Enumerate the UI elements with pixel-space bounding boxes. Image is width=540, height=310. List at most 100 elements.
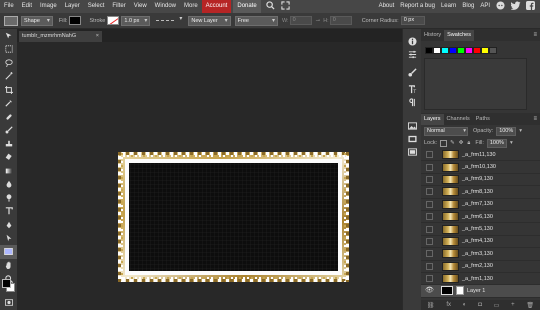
close-icon[interactable]: × [96,31,99,42]
tab-paths[interactable]: Paths [473,114,493,125]
lock-paint-icon[interactable]: ✎ [450,140,455,146]
fill-color-swatch[interactable] [69,16,82,25]
swatch-color[interactable] [481,47,489,54]
lock-move-icon[interactable]: ✥ [459,140,464,146]
tab-history[interactable]: History [421,30,444,41]
fullscreen-icon[interactable] [280,1,291,12]
layer-row[interactable]: _a_frm4,130 [421,236,540,249]
menu-learn[interactable]: Learn [438,0,459,13]
visibility-toggle[interactable] [426,275,433,283]
layer-row[interactable]: _a_frm1,130 [421,273,540,286]
opacity-dropdown-icon[interactable]: ▾ [519,128,522,134]
swatch-color[interactable] [489,47,497,54]
layer-row[interactable]: 👁︎ Layer 1 [421,285,540,298]
blur-tool-icon[interactable] [0,178,17,192]
stroke-color-swatch[interactable] [107,16,120,25]
layer-row[interactable]: _a_frm10,130 [421,161,540,174]
visibility-toggle[interactable] [426,188,433,196]
document-tab[interactable]: tumblr_mzmrhmNahG × [19,31,102,42]
eyedropper-tool-icon[interactable] [0,97,17,111]
panel-menu-icon[interactable]: ≡ [533,30,537,40]
stroke-width-select[interactable]: 1.0 px [121,15,151,26]
layer-mode-select[interactable]: New Layer [188,15,231,26]
reddit-icon[interactable] [495,1,506,12]
menu-layer[interactable]: Layer [61,0,84,13]
swatch-color[interactable] [473,47,481,54]
layer-row[interactable]: _a_frm5,130 [421,223,540,236]
twitter-icon[interactable] [509,1,521,12]
document-canvas[interactable] [118,152,349,282]
corner-radius-field[interactable]: 0 px [400,16,425,25]
marquee-tool-icon[interactable] [0,43,17,57]
brush-tool-icon[interactable] [0,124,17,138]
visibility-toggle[interactable] [426,225,433,233]
visibility-toggle[interactable] [426,250,433,258]
link-layers-icon[interactable]: ⛓︎ [427,302,435,309]
layer-row[interactable]: _a_frm9,130 [421,174,540,187]
eye-icon[interactable]: 👁︎ [425,287,434,294]
layer-effects-icon[interactable]: fx [446,302,451,308]
layer-row[interactable]: _a_frm6,130 [421,211,540,224]
menu-select[interactable]: Select [84,0,109,13]
menu-about[interactable]: About [376,0,398,13]
hand-tool-icon[interactable] [0,259,17,273]
clone-stamp-tool-icon[interactable] [0,137,17,151]
menu-more[interactable]: More [180,0,202,13]
new-layer-icon[interactable]: + [511,302,515,308]
paragraph-icon[interactable] [403,96,421,109]
tab-layers[interactable]: Layers [421,114,444,125]
sliders-icon[interactable] [403,48,421,61]
path-selection-tool-icon[interactable] [0,232,17,246]
layer-row[interactable]: _a_frm2,130 [421,261,540,273]
opacity-field[interactable]: 100% [496,126,517,136]
menu-filter[interactable]: Filter [108,0,129,13]
crop-tool-icon[interactable] [0,83,17,97]
brush-settings-icon[interactable] [403,66,421,79]
menu-image[interactable]: Image [36,0,61,13]
visibility-toggle[interactable] [426,213,433,221]
adjustment-icon[interactable] [403,132,421,145]
layers-menu-icon[interactable]: ≡ [533,114,537,124]
delete-layer-icon[interactable]: 🗑︎ [526,302,534,309]
visibility-toggle[interactable] [426,262,433,270]
visibility-toggle[interactable] [426,175,433,183]
move-tool-icon[interactable] [0,29,17,43]
eraser-tool-icon[interactable] [0,151,17,165]
visibility-toggle[interactable] [426,237,433,245]
character-icon[interactable]: T [403,83,421,96]
info-icon[interactable] [403,35,421,48]
search-icon[interactable] [265,1,276,12]
swatch-color[interactable] [441,47,449,54]
rectangle-tool-preset-icon[interactable] [4,15,18,26]
layer-style-icon[interactable] [403,145,421,158]
donate-button[interactable]: Donate [233,0,261,13]
adjustment-layer-icon[interactable]: ◐ [463,302,467,308]
rectangle-tool-icon[interactable] [0,245,17,259]
gradient-tool-icon[interactable] [0,164,17,178]
magic-wand-tool-icon[interactable] [0,70,17,84]
menu-window[interactable]: Window [151,0,180,13]
visibility-toggle[interactable] [426,151,433,159]
chain-link-icon[interactable]: ⊸ [316,18,321,24]
dodge-tool-icon[interactable] [0,191,17,205]
swatch-color[interactable] [433,47,441,54]
menu-report-bug[interactable]: Report a bug [397,0,438,13]
layer-row[interactable]: _a_frm11,130 [421,149,540,162]
stroke-style-dropdown[interactable] [154,15,182,25]
color-swatches[interactable] [2,279,16,293]
height-field[interactable]: 0 [329,16,352,25]
shape-mode-select[interactable]: Shape [21,15,53,26]
type-tool-icon[interactable] [0,205,17,219]
width-field[interactable]: 0 [289,16,312,25]
layer-row[interactable]: _a_frm3,130 [421,248,540,261]
swatch-color[interactable] [457,47,465,54]
fill-dropdown-icon[interactable]: ▾ [510,140,513,146]
swatch-color[interactable] [449,47,457,54]
quick-mask-icon[interactable] [0,296,17,310]
swatch-color[interactable] [465,47,473,54]
swatch-color[interactable] [425,47,433,54]
menu-edit[interactable]: Edit [18,0,36,13]
menu-blog[interactable]: Blog [459,0,477,13]
layer-row[interactable]: _a_frm7,130 [421,199,540,211]
menu-file[interactable]: File [0,0,18,13]
